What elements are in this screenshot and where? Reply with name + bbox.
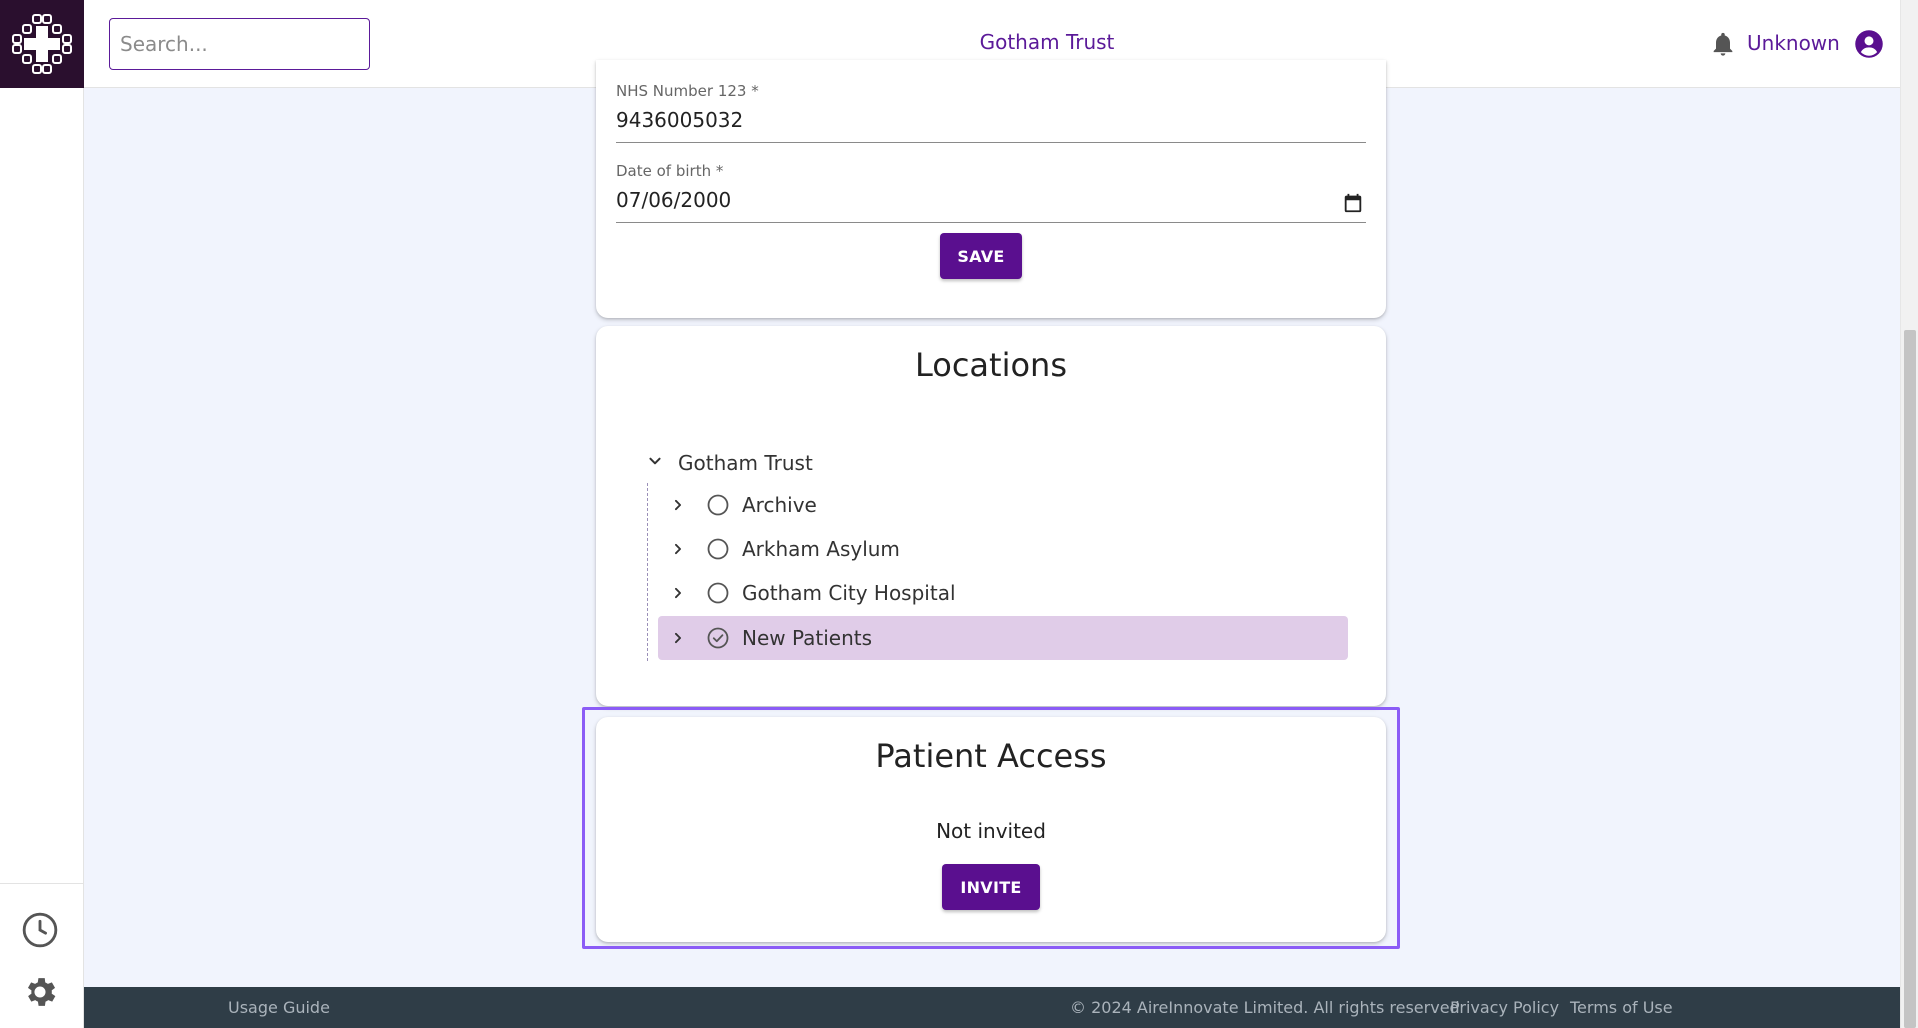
location-item-gotham-city-hospital[interactable]: Gotham City Hospital <box>658 571 1348 615</box>
scrollbar-thumb[interactable] <box>1904 330 1916 1028</box>
terms-of-use-link[interactable]: Terms of Use <box>1570 998 1673 1017</box>
invite-status-text: Not invited <box>936 819 1046 843</box>
tree-root-label: Gotham Trust <box>678 451 813 475</box>
notifications-bell-icon[interactable] <box>1709 30 1737 58</box>
nhs-number-label: NHS Number 123 * <box>616 82 759 100</box>
sidebar <box>0 0 84 1028</box>
user-avatar-icon[interactable] <box>1854 29 1884 59</box>
organisation-title[interactable]: Gotham Trust <box>897 30 1197 54</box>
patient-access-title: Patient Access <box>875 737 1107 775</box>
location-item-arkham-asylum[interactable]: Arkham Asylum <box>658 527 1348 571</box>
invite-button[interactable]: INVITE <box>942 864 1040 910</box>
location-item-label: Gotham City Hospital <box>742 581 956 605</box>
patient-details-card: NHS Number 123 * 9436005032 Date of birt… <box>596 60 1386 318</box>
location-item-new-patients[interactable]: New Patients <box>658 616 1348 660</box>
date-of-birth-underline <box>616 222 1366 223</box>
location-item-label: Archive <box>742 493 817 517</box>
app-logo[interactable] <box>0 0 84 88</box>
nhs-number-underline <box>616 142 1366 143</box>
chevron-right-icon[interactable] <box>666 626 690 650</box>
calendar-icon[interactable] <box>1342 192 1364 214</box>
location-item-label: Arkham Asylum <box>742 537 900 561</box>
locations-title: Locations <box>914 346 1067 384</box>
logo-icon <box>12 14 72 74</box>
privacy-policy-link[interactable]: Privacy Policy <box>1450 998 1559 1017</box>
tree-root-gotham-trust[interactable]: Gotham Trust <box>644 450 813 476</box>
history-icon[interactable] <box>20 910 60 950</box>
tree-guide-line <box>647 483 648 661</box>
date-of-birth-field[interactable]: 07/06/2000 <box>616 188 731 212</box>
locations-card: Locations Gotham Trust Archive Arkham As… <box>596 326 1386 706</box>
settings-gear-icon[interactable] <box>20 972 60 1012</box>
radio-unchecked-icon[interactable] <box>706 581 730 605</box>
usage-guide-link[interactable]: Usage Guide <box>228 998 330 1017</box>
chevron-down-icon[interactable] <box>644 450 666 476</box>
page-footer: Usage Guide © 2024 AireInnovate Limited.… <box>84 987 1900 1028</box>
user-name[interactable]: Unknown <box>1747 31 1840 55</box>
location-item-label: New Patients <box>742 626 873 650</box>
page-scrollbar[interactable] <box>1900 0 1918 1028</box>
chevron-right-icon[interactable] <box>666 493 690 517</box>
search-input[interactable] <box>109 18 370 70</box>
patient-access-card: Patient Access Not invited INVITE <box>596 717 1386 942</box>
nhs-number-field[interactable]: 9436005032 <box>616 108 743 132</box>
location-item-archive[interactable]: Archive <box>658 483 1348 527</box>
radio-unchecked-icon[interactable] <box>706 537 730 561</box>
copyright-text: © 2024 AireInnovate Limited. All rights … <box>1070 998 1460 1017</box>
save-button[interactable]: SAVE <box>940 233 1022 279</box>
chevron-right-icon[interactable] <box>666 537 690 561</box>
radio-checked-icon[interactable] <box>706 626 730 650</box>
sidebar-bottom <box>0 883 84 1028</box>
radio-unchecked-icon[interactable] <box>706 493 730 517</box>
date-of-birth-label: Date of birth * <box>616 162 724 180</box>
chevron-right-icon[interactable] <box>666 581 690 605</box>
